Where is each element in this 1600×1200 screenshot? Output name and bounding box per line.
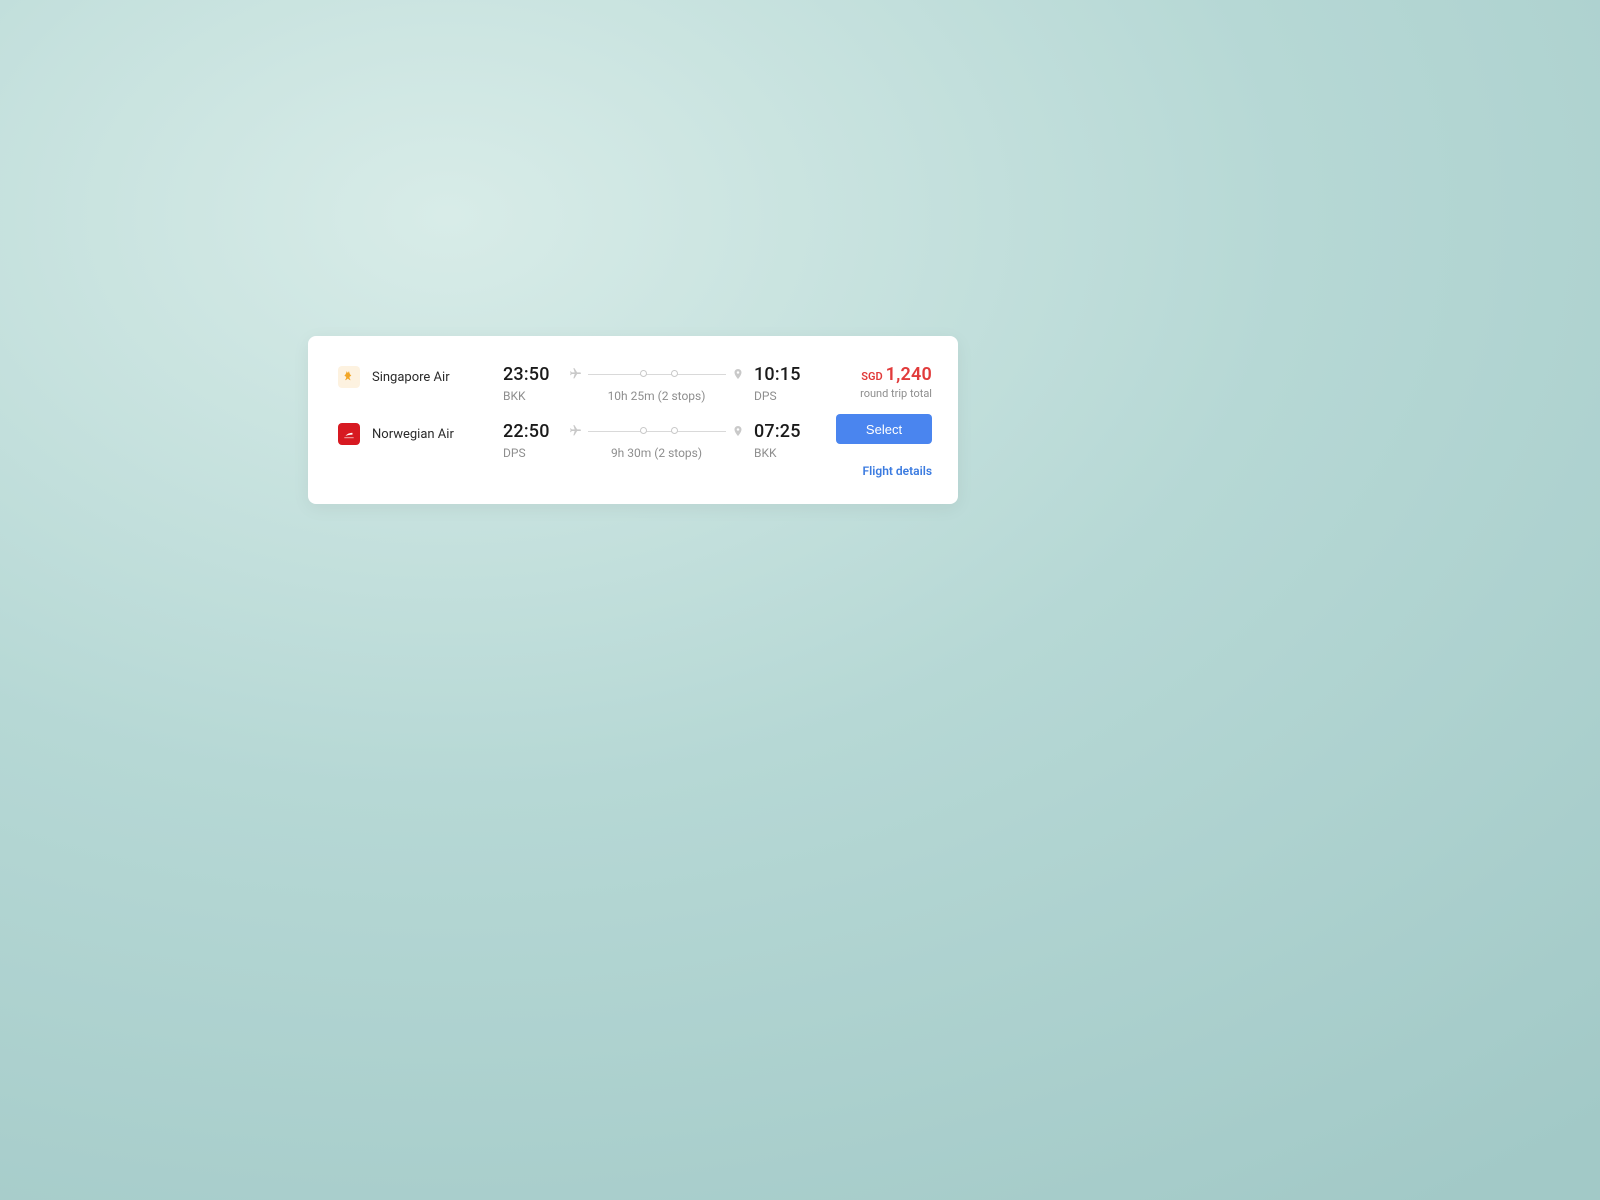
route-middle: 10h 25m (2 stops) bbox=[559, 364, 754, 403]
flight-result-card: Singapore Air 23:50 BKK bbox=[308, 336, 958, 504]
depart-col: 23:50 BKK bbox=[503, 364, 559, 403]
route-middle: 9h 30m (2 stops) bbox=[559, 421, 754, 460]
route-segment bbox=[588, 374, 726, 375]
select-button[interactable]: Select bbox=[836, 414, 932, 444]
flight-details-link[interactable]: Flight details bbox=[863, 464, 932, 478]
arrive-code: DPS bbox=[754, 389, 777, 403]
depart-time: 22:50 bbox=[503, 421, 550, 442]
price-display: SGD 1,240 bbox=[861, 364, 932, 385]
duration-text: 9h 30m (2 stops) bbox=[611, 446, 702, 460]
airline-logo-icon bbox=[338, 423, 360, 445]
route-line bbox=[569, 364, 744, 384]
airline-logo-icon bbox=[338, 366, 360, 388]
arrive-col: 10:15 DPS bbox=[754, 364, 810, 403]
price-currency: SGD bbox=[861, 370, 882, 383]
airline-block: Norwegian Air bbox=[338, 421, 503, 445]
stop-dot bbox=[671, 427, 678, 434]
plane-icon bbox=[569, 365, 582, 384]
stop-dot bbox=[640, 427, 647, 434]
pin-icon bbox=[732, 422, 744, 441]
depart-code: BKK bbox=[503, 389, 526, 403]
price-side-panel: SGD 1,240 round trip total Select Flight… bbox=[834, 364, 932, 478]
arrive-col: 07:25 BKK bbox=[754, 421, 810, 460]
stop-dot bbox=[640, 370, 647, 377]
arrive-time: 10:15 bbox=[754, 364, 801, 385]
route-segment bbox=[588, 431, 726, 432]
price-amount: 1,240 bbox=[886, 364, 932, 385]
leg-row: Norwegian Air 22:50 DPS bbox=[338, 421, 810, 460]
depart-time: 23:50 bbox=[503, 364, 550, 385]
airline-name: Singapore Air bbox=[372, 370, 450, 385]
depart-col: 22:50 DPS bbox=[503, 421, 559, 460]
stop-dot bbox=[671, 370, 678, 377]
arrive-code: BKK bbox=[754, 446, 777, 460]
legs-container: Singapore Air 23:50 BKK bbox=[338, 364, 810, 478]
leg-row: Singapore Air 23:50 BKK bbox=[338, 364, 810, 403]
route-line bbox=[569, 421, 744, 441]
airline-name: Norwegian Air bbox=[372, 427, 454, 442]
duration-text: 10h 25m (2 stops) bbox=[608, 389, 706, 403]
arrive-time: 07:25 bbox=[754, 421, 801, 442]
plane-icon bbox=[569, 422, 582, 441]
airline-block: Singapore Air bbox=[338, 364, 503, 388]
price-subtitle: round trip total bbox=[860, 387, 932, 400]
depart-code: DPS bbox=[503, 446, 526, 460]
pin-icon bbox=[732, 365, 744, 384]
